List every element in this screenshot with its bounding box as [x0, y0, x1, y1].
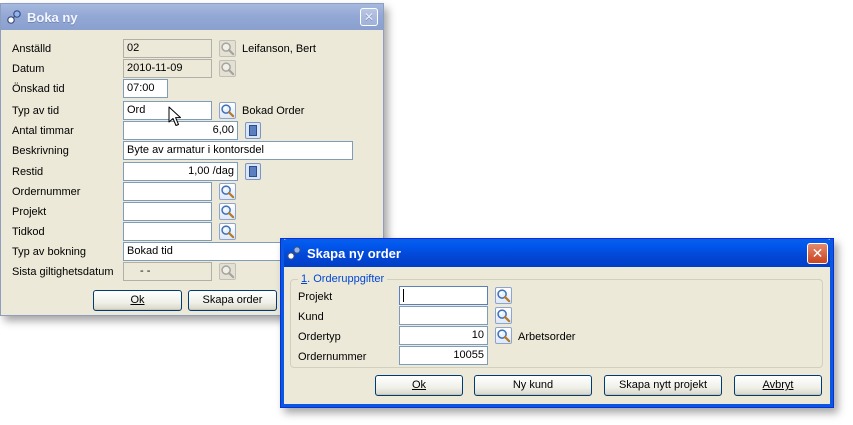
- boka-ny-titlebar[interactable]: Boka ny ✕: [1, 4, 383, 30]
- ordernummer-label: Ordernummer: [12, 186, 81, 198]
- calendar-icon: [220, 61, 235, 76]
- restid-field[interactable]: 1,00 /dag: [123, 162, 238, 181]
- magnifier-icon: [496, 328, 511, 343]
- avbryt-button-label: Avbryt: [762, 379, 794, 391]
- order-ordernummer-field[interactable]: 10055: [399, 346, 488, 365]
- tidkod-lookup-button[interactable]: [219, 223, 236, 240]
- datum-picker-button[interactable]: [219, 60, 236, 77]
- skapa-nytt-projekt-button-label: Skapa nytt projekt: [618, 379, 708, 391]
- typ-av-bokning-select[interactable]: Bokad tid: [123, 242, 283, 261]
- order-kund-lookup-button[interactable]: [495, 307, 512, 324]
- close-icon[interactable]: ✕: [807, 243, 828, 264]
- orderuppgifter-group: [290, 279, 823, 368]
- calculator-icon: [249, 125, 257, 136]
- onskad-tid-label: Önskad tid: [12, 83, 65, 95]
- datum-label: Datum: [12, 63, 45, 75]
- projekt-label: Projekt: [12, 206, 47, 218]
- order-kund-label: Kund: [298, 311, 324, 323]
- order-projekt-label: Projekt: [298, 291, 333, 303]
- magnifier-icon: [220, 41, 235, 56]
- tidkod-field[interactable]: [123, 222, 212, 241]
- beskrivning-label: Beskrivning: [12, 145, 69, 157]
- magnifier-icon: [496, 288, 511, 303]
- group-label: . Orderuppgifter: [307, 273, 385, 285]
- restid-calculator-button[interactable]: [245, 163, 261, 180]
- skapa-ny-order-titlebar[interactable]: Skapa ny order ✕: [281, 239, 833, 267]
- order-ordertyp-label: Ordertyp: [298, 331, 341, 343]
- tidkod-label: Tidkod: [12, 226, 45, 238]
- skapa-nytt-projekt-button[interactable]: Skapa nytt projekt: [604, 375, 722, 396]
- typ-av-tid-lookup-button[interactable]: [219, 102, 236, 119]
- order-ordertyp-field[interactable]: 10: [399, 326, 488, 345]
- orderuppgifter-group-title: 1. Orderuppgifter: [298, 272, 388, 286]
- calendar-icon: [220, 264, 235, 279]
- sista-giltighetsdatum-label: Sista giltighetsdatum: [12, 266, 114, 278]
- order-kund-field[interactable]: [399, 306, 488, 325]
- order-ok-button-label: Ok: [411, 379, 427, 391]
- magnifier-icon: [496, 308, 511, 323]
- magnifier-icon: [220, 184, 235, 199]
- antal-timmar-calculator-button[interactable]: [245, 122, 261, 139]
- restid-label: Restid: [12, 166, 44, 178]
- ok-button-label: Ok: [130, 294, 145, 306]
- sista-giltighetsdatum-field[interactable]: - -: [123, 262, 212, 281]
- magnifier-icon: [220, 204, 235, 219]
- app-icon: [6, 9, 22, 25]
- projekt-field[interactable]: [123, 202, 212, 221]
- skapa-order-button-label: Skapa order: [202, 294, 263, 306]
- anstalld-label: Anställd: [12, 43, 52, 55]
- ok-button[interactable]: Ok: [93, 290, 182, 311]
- order-ordertyp-description: Arbetsorder: [518, 331, 576, 343]
- mouse-pointer-icon: [168, 106, 181, 126]
- anstalld-name: Leifanson, Bert: [242, 43, 316, 55]
- ny-kund-button[interactable]: Ny kund: [474, 375, 592, 396]
- typ-av-tid-label: Typ av tid: [12, 105, 60, 117]
- typ-av-tid-description: Bokad Order: [242, 105, 305, 117]
- datum-field[interactable]: 2010-11-09: [123, 59, 212, 78]
- onskad-tid-field[interactable]: 07:00: [123, 79, 168, 98]
- close-icon[interactable]: ✕: [360, 8, 378, 26]
- anstalld-lookup-button[interactable]: [219, 40, 236, 57]
- skapa-ny-order-title: Skapa ny order: [307, 245, 401, 261]
- text-caret: [403, 288, 404, 302]
- ny-kund-button-label: Ny kund: [512, 379, 554, 391]
- beskrivning-field[interactable]: Byte av armatur i kontorsdel: [123, 141, 353, 160]
- ordernummer-field[interactable]: [123, 182, 212, 201]
- typ-av-bokning-label: Typ av bokning: [12, 246, 86, 258]
- order-ok-button[interactable]: Ok: [375, 375, 463, 396]
- magnifier-icon: [220, 224, 235, 239]
- anstalld-field[interactable]: 02: [123, 39, 212, 58]
- calculator-icon: [249, 166, 257, 177]
- magnifier-icon: [220, 103, 235, 118]
- order-projekt-field[interactable]: [399, 286, 488, 305]
- order-ordertyp-lookup-button[interactable]: [495, 327, 512, 344]
- boka-ny-title: Boka ny: [27, 9, 78, 25]
- order-ordernummer-label: Ordernummer: [298, 351, 367, 363]
- avbryt-button[interactable]: Avbryt: [734, 375, 822, 396]
- app-icon: [286, 245, 302, 261]
- sista-giltighetsdatum-picker-button[interactable]: [219, 263, 236, 280]
- ordernummer-lookup-button[interactable]: [219, 183, 236, 200]
- order-projekt-lookup-button[interactable]: [495, 287, 512, 304]
- skapa-order-button[interactable]: Skapa order: [188, 290, 277, 311]
- skapa-ny-order-window: Skapa ny order ✕ 1. Orderuppgifter Proje…: [280, 238, 834, 408]
- antal-timmar-label: Antal timmar: [12, 125, 74, 137]
- projekt-lookup-button[interactable]: [219, 203, 236, 220]
